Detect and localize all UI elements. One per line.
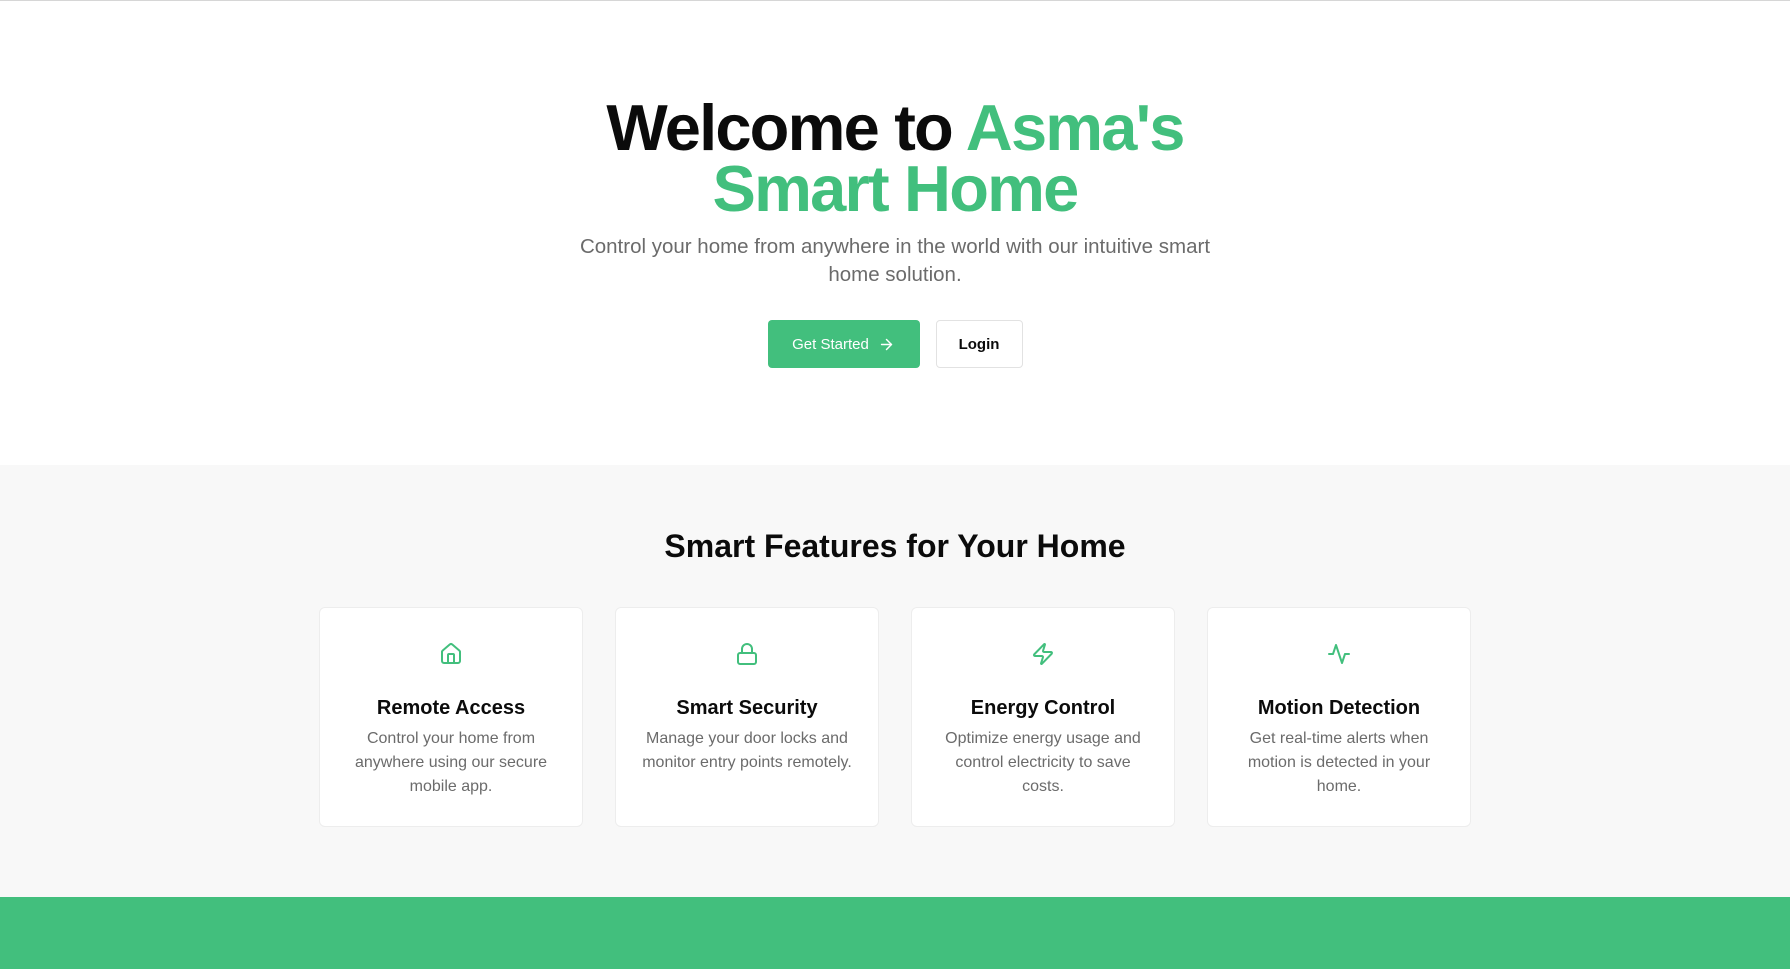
feature-name: Motion Detection [1257, 697, 1421, 719]
feature-description: Control your home from anywhere using ou… [354, 730, 548, 795]
feature-card-remote-access: Remote Access Control your home from any… [319, 607, 583, 827]
feature-card-smart-security: Smart Security Manage your door locks an… [615, 607, 879, 827]
arrow-right-icon [880, 338, 893, 350]
get-started-label: Get Started [792, 335, 869, 353]
lock-icon [735, 642, 759, 666]
feature-description: Manage your door locks and monitor entry… [642, 730, 852, 771]
hero-title: Welcome to Asma's Smart Home [515, 95, 1275, 221]
activity-icon [1327, 642, 1351, 666]
home-icon [439, 642, 463, 666]
feature-name: Smart Security [676, 697, 818, 719]
feature-name: Remote Access [376, 697, 526, 719]
feature-grid: Remote Access Control your home from any… [319, 607, 1471, 827]
cta-band [0, 897, 1790, 969]
hero-actions: Get Started Login [767, 320, 1023, 368]
features-section: Smart Features for Your Home Remote Acce… [0, 465, 1790, 897]
feature-name: Energy Control [970, 697, 1116, 719]
feature-card-motion-detection: Motion Detection Get real-time alerts wh… [1207, 607, 1471, 827]
feature-description: Optimize energy usage and control electr… [945, 730, 1141, 795]
feature-card-energy-control: Energy Control Optimize energy usage and… [911, 607, 1175, 827]
features-title: Smart Features for Your Home [664, 528, 1126, 564]
login-button[interactable]: Login [935, 320, 1023, 368]
get-started-button[interactable]: Get Started [767, 320, 920, 368]
hero-subtitle: Control your home from anywhere in the w… [579, 235, 1211, 286]
hero-section: Welcome to Asma's Smart Home Control you… [0, 1, 1790, 465]
landing-page: Welcome to Asma's Smart Home Control you… [0, 0, 1790, 969]
feature-description: Get real-time alerts when motion is dete… [1247, 730, 1431, 795]
zap-icon [1031, 642, 1055, 666]
